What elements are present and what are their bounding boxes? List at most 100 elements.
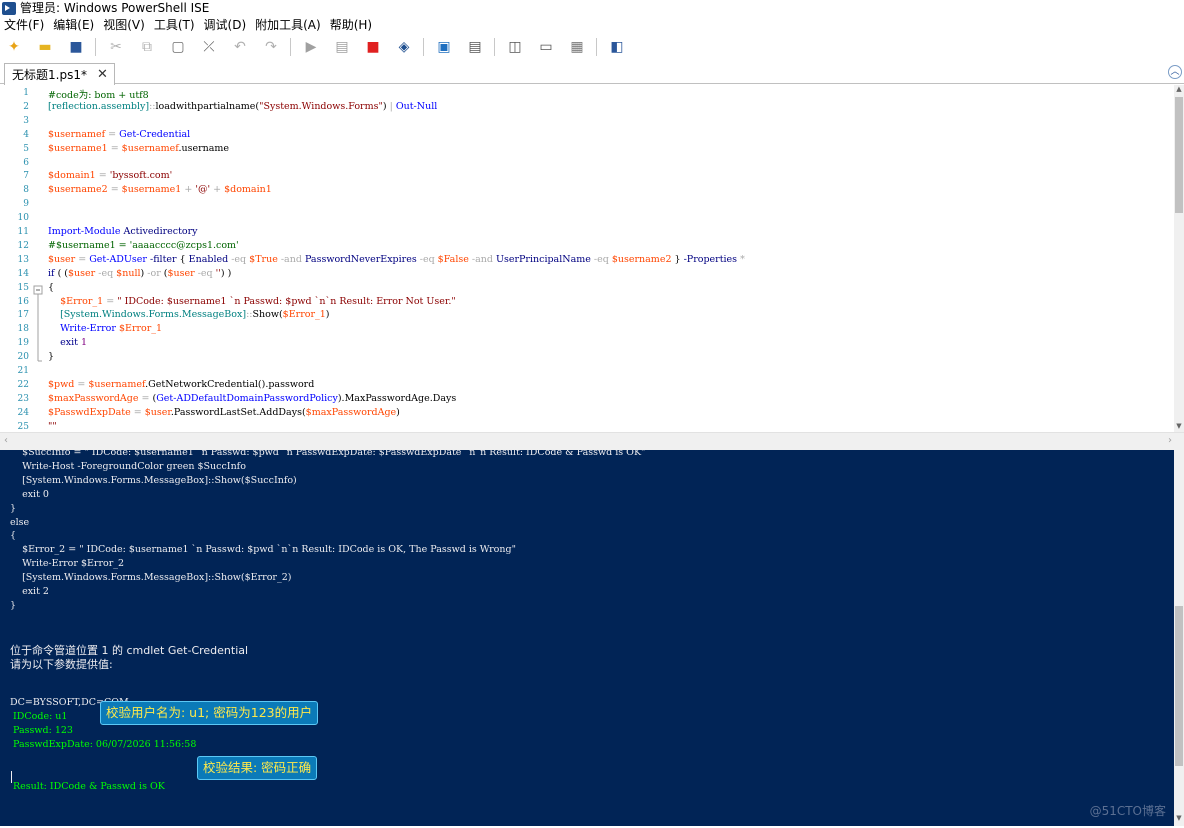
code-token: $Error_1 xyxy=(118,323,163,335)
annotation-check-user: 校验用户名为: u1; 密码为123的用户 xyxy=(100,701,319,725)
code-token: -filter xyxy=(149,253,180,265)
code-token: $pwd xyxy=(48,378,75,390)
code-token: $domain1 xyxy=(224,184,272,196)
code-token: $username2 xyxy=(611,253,672,265)
cut-icon[interactable]: ✂ xyxy=(106,37,126,57)
console-line: PasswdExpDate: 06/07/2026 11:56:58 xyxy=(10,738,197,750)
code-token: ) xyxy=(382,100,390,112)
line-number: 6 xyxy=(23,157,29,168)
code-token: Import-Module xyxy=(48,226,124,237)
code-token: ) xyxy=(325,309,330,321)
code-line: $domain1 = 'byssoft.com' xyxy=(48,170,172,181)
console-pane[interactable]: Result: IDCode & Passwd is OK PasswdExpD… xyxy=(0,450,1174,826)
line-number: 7 xyxy=(23,171,29,182)
code-area[interactable]: #code为: bom + utf8 [reflection.assembly]:… xyxy=(48,85,1172,432)
show-script-top-icon[interactable]: ▤ xyxy=(465,37,485,57)
code-line: { xyxy=(48,282,54,293)
redo-icon[interactable]: ↷ xyxy=(261,37,281,57)
code-line: Import-Module Activedirectory xyxy=(48,226,198,237)
code-line: $usernamef = Get-Credential xyxy=(48,129,190,140)
scroll-thumb[interactable] xyxy=(1175,97,1183,213)
line-number: 25 xyxy=(17,421,29,432)
menu-edit[interactable]: 编辑(E) xyxy=(51,16,101,34)
code-token: " IDCode: $username1 `n Passwd: $pwd `n`… xyxy=(117,295,456,307)
code-token: Out-Null xyxy=(395,100,438,112)
menu-help[interactable]: 帮助(H) xyxy=(328,16,379,34)
menu-tools[interactable]: 工具(T) xyxy=(152,16,202,34)
collapse-script-pane-icon[interactable]: ︿ xyxy=(1168,65,1182,79)
run-script-icon[interactable]: ▶ xyxy=(301,37,321,57)
scroll-up-icon[interactable]: ▲ xyxy=(1174,85,1184,95)
scroll-right-icon[interactable]: › xyxy=(1168,435,1172,446)
console-line: $SuccInfo = " IDCode: $username1 `n Pass… xyxy=(10,450,646,458)
show-script-right-icon[interactable]: ◫ xyxy=(505,37,525,57)
console-line: else xyxy=(10,516,30,528)
console-scroll-thumb[interactable] xyxy=(1175,606,1183,766)
clear-console-icon[interactable]: ⤫ xyxy=(199,37,219,57)
line-number: 21 xyxy=(17,366,29,376)
code-token: ( ( xyxy=(54,267,69,279)
console-line: Write-Host -ForegroundColor green $SuccI… xyxy=(10,460,246,472)
console-scroll-down-icon[interactable]: ▼ xyxy=(1174,814,1184,824)
code-token: Write-Error xyxy=(60,323,119,335)
console-line: 请为以下参数提供值: xyxy=(10,657,113,671)
copy-icon[interactable]: ⧉ xyxy=(137,37,157,57)
show-command-window-icon[interactable]: ▦ xyxy=(567,37,587,57)
code-token: Get-Credential xyxy=(119,128,191,140)
code-token: $user xyxy=(68,267,96,279)
code-token: "" xyxy=(48,420,57,432)
open-folder-icon[interactable]: ▬ xyxy=(35,37,55,57)
line-number: 20 xyxy=(17,352,29,363)
console-line: IDCode: u1 xyxy=(10,711,68,723)
menu-addons[interactable]: 附加工具(A) xyxy=(253,16,328,34)
code-token: = xyxy=(105,128,120,140)
close-tab-icon[interactable]: ✕ xyxy=(97,67,108,82)
script-editor[interactable]: 1 2 3 4 5 6 7 8 9 10 11 12 13 14 15 16 17 18 19 20 21 22 23 24 2… xyxy=(0,85,1184,432)
stop-icon[interactable]: ■ xyxy=(363,37,383,57)
new-file-icon[interactable]: ✦ xyxy=(4,37,24,57)
annotation-check-result: 校验结果: 密码正确 xyxy=(197,756,318,780)
run-selection-icon[interactable]: ▤ xyxy=(332,37,352,57)
tab-untitled1[interactable]: 无标题1.ps1* ✕ xyxy=(4,63,115,85)
line-number: 12 xyxy=(17,240,29,251)
code-token: } xyxy=(48,351,55,363)
show-script-max-icon[interactable]: ▭ xyxy=(536,37,556,57)
scroll-down-icon[interactable]: ▼ xyxy=(1174,422,1184,432)
code-line: } xyxy=(48,351,54,362)
code-token: -Properties xyxy=(683,253,741,265)
code-token: * xyxy=(740,253,745,265)
code-token: -eq xyxy=(593,253,612,265)
code-token: $Error_1 xyxy=(282,309,326,321)
undo-icon[interactable]: ↶ xyxy=(230,37,250,57)
menu-file[interactable]: 文件(F) xyxy=(2,16,51,34)
scroll-left-icon[interactable]: ‹ xyxy=(4,435,8,446)
menu-view[interactable]: 视图(V) xyxy=(101,16,152,34)
console-vertical-scrollbar[interactable]: ▼ xyxy=(1174,450,1184,826)
code-token: $maxPasswordAge xyxy=(48,392,139,404)
code-token: } xyxy=(671,253,684,265)
line-number: 11 xyxy=(17,227,29,237)
paste-icon[interactable]: ▢ xyxy=(168,37,188,57)
code-token: { xyxy=(179,253,189,265)
powershell-ise-icon xyxy=(2,1,16,15)
editor-horizontal-scrollbar[interactable]: ‹ › xyxy=(0,432,1184,450)
powershell-console-icon[interactable]: ▣ xyxy=(434,37,454,57)
console-line: exit 2 xyxy=(10,586,49,597)
code-token: = xyxy=(95,170,110,182)
code-token: '@' xyxy=(195,184,211,196)
show-command-addon-icon[interactable]: ◧ xyxy=(607,37,627,57)
fold-markers xyxy=(33,285,43,362)
console-line: [System.Windows.Forms.MessageBox]::Show(… xyxy=(10,474,297,486)
line-number: 10 xyxy=(17,213,29,224)
code-line: exit 1 xyxy=(48,337,87,348)
toolbar: ✦ ▬ ■ ✂ ⧉ ▢ ⤫ ↶ ↷ ▶ ▤ ■ ◈ ▣ ▤ ◫ ▭ ▦ ◧ xyxy=(0,34,1184,60)
menu-debug[interactable]: 调试(D) xyxy=(202,16,254,34)
editor-vertical-scrollbar[interactable]: ▲ ▼ xyxy=(1174,85,1184,432)
remote-powershell-icon[interactable]: ◈ xyxy=(394,37,414,57)
save-icon[interactable]: ■ xyxy=(66,37,86,57)
code-token: PasswordNeverExpires xyxy=(304,253,420,265)
code-token: = xyxy=(103,295,118,307)
code-token: .username xyxy=(178,142,230,154)
